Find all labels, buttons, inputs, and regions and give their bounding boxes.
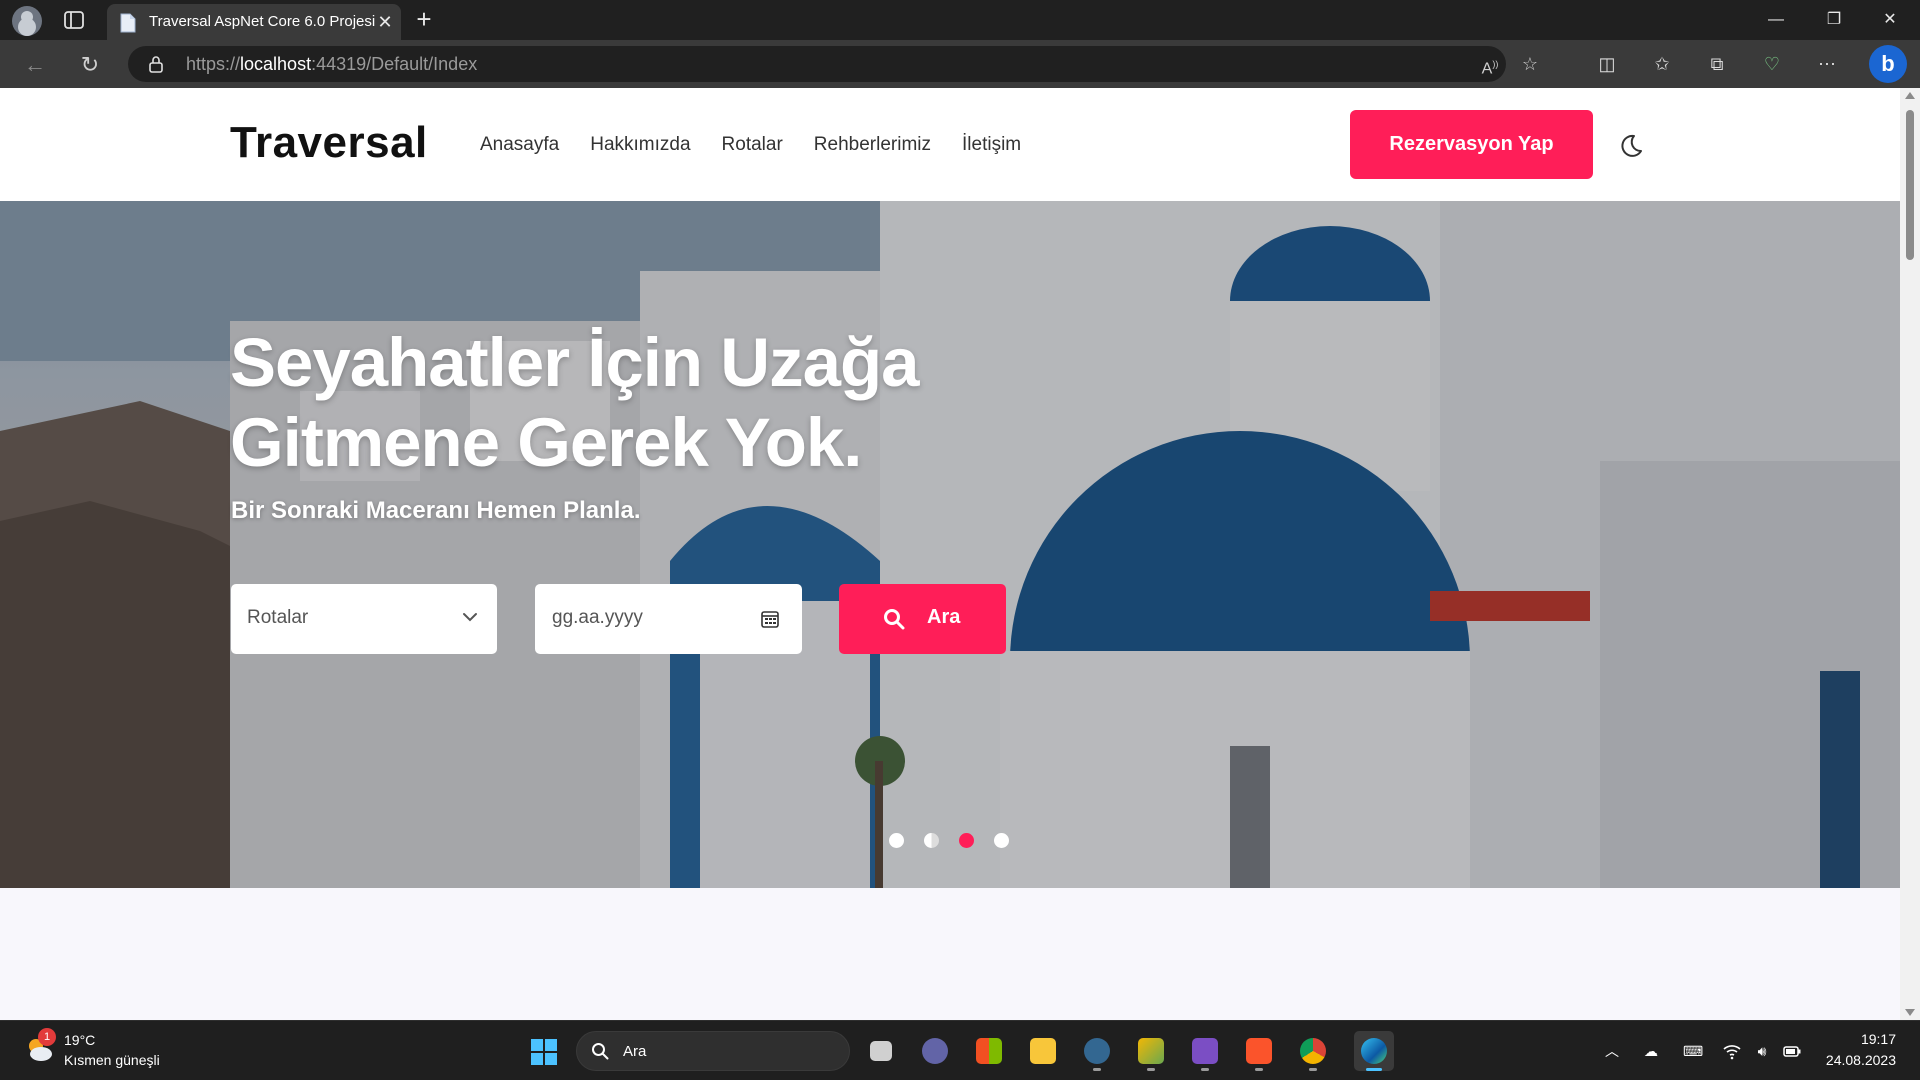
carousel-dot[interactable] bbox=[889, 833, 904, 848]
weather-condition[interactable]: Kısmen güneşli bbox=[64, 1052, 160, 1068]
brave-browser-icon[interactable] bbox=[1239, 1031, 1279, 1071]
close-window-icon[interactable]: ✕ bbox=[1870, 6, 1910, 34]
battery-icon[interactable] bbox=[1782, 1041, 1802, 1061]
hero-dim-overlay bbox=[0, 201, 1900, 888]
teams-chat-icon[interactable] bbox=[915, 1031, 955, 1071]
more-options-icon[interactable]: ⋯ bbox=[1814, 51, 1840, 77]
scroll-thumb[interactable] bbox=[1906, 110, 1914, 260]
route-select-value: Rotalar bbox=[247, 607, 309, 628]
hero-carousel: Seyahatler İçin Uzağa Gitmene Gerek Yok.… bbox=[0, 201, 1900, 888]
tab-actions-icon[interactable] bbox=[62, 9, 86, 31]
address-bar[interactable]: https://localhost:44319/Default/Index A)… bbox=[128, 46, 1538, 82]
bing-copilot-icon[interactable]: b bbox=[1869, 45, 1907, 83]
back-icon[interactable]: ← bbox=[22, 52, 48, 78]
file-explorer-icon[interactable] bbox=[1023, 1031, 1063, 1071]
collections-icon[interactable]: ⧉ bbox=[1704, 51, 1730, 77]
main-nav: Anasayfa Hakkımızda Rotalar Rehberlerimi… bbox=[480, 134, 1021, 156]
url-text: https://localhost:44319/Default/Index bbox=[186, 54, 478, 74]
task-view-icon[interactable] bbox=[861, 1031, 901, 1071]
chrome-icon[interactable] bbox=[1293, 1031, 1333, 1071]
weather-badge: 1 bbox=[38, 1028, 56, 1046]
dark-mode-toggle-icon[interactable] bbox=[1616, 132, 1644, 160]
nav-iletisim[interactable]: İletişim bbox=[962, 134, 1021, 156]
search-button[interactable]: Ara bbox=[839, 584, 1006, 654]
scroll-down-arrow-icon[interactable] bbox=[1905, 1009, 1915, 1016]
taskbar-search-label: Ara bbox=[623, 1043, 647, 1060]
weather-temperature[interactable]: 19°C bbox=[64, 1032, 95, 1048]
route-select[interactable]: Rotalar bbox=[231, 584, 497, 654]
volume-icon[interactable]: 🔊︎ bbox=[1752, 1041, 1772, 1061]
favorites-icon[interactable]: ✩ bbox=[1649, 51, 1675, 77]
taskbar-search-icon bbox=[591, 1042, 609, 1060]
profile-avatar-icon[interactable] bbox=[12, 6, 42, 36]
windows-start-icon[interactable] bbox=[530, 1038, 558, 1066]
page-viewport: Traversal Anasayfa Hakkımızda Rotalar Re… bbox=[0, 88, 1900, 1020]
carousel-indicators bbox=[889, 833, 1009, 848]
clock-time[interactable]: 19:17 bbox=[1826, 1031, 1896, 1047]
clock-date[interactable]: 24.08.2023 bbox=[1806, 1052, 1896, 1068]
date-input[interactable]: gg.aa.yyyy bbox=[535, 584, 802, 654]
split-screen-icon[interactable]: ◫ bbox=[1594, 51, 1620, 77]
search-icon bbox=[883, 608, 905, 630]
site-logo[interactable]: Traversal bbox=[230, 118, 428, 168]
nav-anasayfa[interactable]: Anasayfa bbox=[480, 134, 559, 156]
nav-rotalar[interactable]: Rotalar bbox=[722, 134, 783, 156]
site-header: Traversal Anasayfa Hakkımızda Rotalar Re… bbox=[0, 88, 1900, 201]
carousel-dot-active[interactable] bbox=[959, 833, 974, 848]
wifi-icon[interactable] bbox=[1722, 1041, 1742, 1061]
browser-essentials-icon[interactable]: ♡ bbox=[1759, 51, 1785, 77]
search-button-label: Ara bbox=[927, 606, 961, 628]
keyboard-icon[interactable]: ⌨ bbox=[1683, 1041, 1703, 1061]
lock-icon[interactable] bbox=[148, 55, 164, 73]
visual-studio-icon[interactable] bbox=[1185, 1031, 1225, 1071]
tab-title: Traversal AspNet Core 6.0 Projesi bbox=[149, 13, 375, 30]
active-tab[interactable]: Traversal AspNet Core 6.0 Projesi ✕ bbox=[107, 4, 401, 40]
tray-chevron-up-icon[interactable]: ︿ bbox=[1602, 1041, 1622, 1061]
calendar-icon[interactable] bbox=[759, 608, 781, 630]
restore-icon[interactable]: ❐ bbox=[1814, 6, 1854, 34]
sql-tool-icon[interactable] bbox=[1131, 1031, 1171, 1071]
browser-toolbar: ← ↻ https://localhost:44319/Default/Inde… bbox=[0, 40, 1920, 88]
carousel-dot[interactable] bbox=[924, 833, 939, 848]
hero-subline: Bir Sonraki Maceranı Hemen Planla. bbox=[231, 497, 641, 524]
minimize-icon[interactable]: — bbox=[1756, 6, 1796, 34]
windows-taskbar: 1 19°C Kısmen güneşli Ara ︿ ☁ ⌨ 🔊︎ 19:17… bbox=[0, 1020, 1920, 1080]
page-scrollbar[interactable] bbox=[1900, 88, 1920, 1020]
carousel-dot[interactable] bbox=[994, 833, 1009, 848]
browser-tab-strip: Traversal AspNet Core 6.0 Projesi ✕ + — … bbox=[0, 0, 1920, 40]
scroll-up-arrow-icon[interactable] bbox=[1905, 92, 1915, 99]
nav-rehberlerimiz[interactable]: Rehberlerimiz bbox=[814, 134, 931, 156]
edge-browser-icon[interactable] bbox=[1354, 1031, 1394, 1071]
tab-close-icon[interactable]: ✕ bbox=[375, 12, 395, 32]
taskbar-search[interactable]: Ara bbox=[576, 1031, 850, 1071]
microsoft-store-icon[interactable] bbox=[969, 1031, 1009, 1071]
favorite-star-icon[interactable]: ☆ bbox=[1518, 52, 1542, 76]
date-placeholder: gg.aa.yyyy bbox=[552, 607, 643, 628]
postgresql-icon[interactable] bbox=[1077, 1031, 1117, 1071]
nav-hakkimizda[interactable]: Hakkımızda bbox=[590, 134, 690, 156]
new-tab-icon[interactable]: + bbox=[412, 6, 436, 32]
refresh-icon[interactable]: ↻ bbox=[77, 52, 103, 78]
hero-headline: Seyahatler İçin Uzağa Gitmene Gerek Yok. bbox=[230, 324, 919, 481]
chevron-down-icon bbox=[461, 608, 479, 626]
onedrive-cloud-icon[interactable]: ☁ bbox=[1641, 1041, 1661, 1061]
reservation-button[interactable]: Rezervasyon Yap bbox=[1350, 110, 1593, 179]
page-favicon-icon bbox=[119, 13, 137, 33]
read-aloud-icon[interactable]: A)) bbox=[1478, 52, 1502, 77]
